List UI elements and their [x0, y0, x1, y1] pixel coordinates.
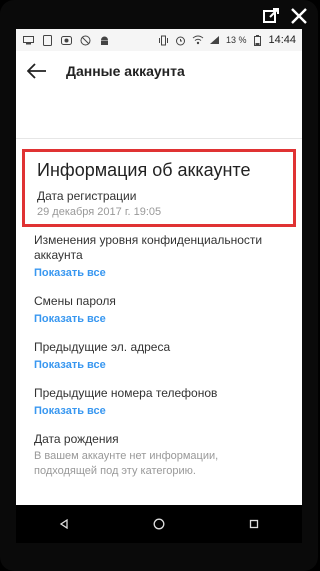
system-nav-bar	[16, 505, 302, 543]
password-changes-label: Смены пароля	[34, 294, 116, 308]
nav-recents-icon[interactable]	[239, 509, 269, 539]
registration-date-value: 29 декабря 2017 г. 19:05	[37, 206, 162, 218]
list-item: Предыдущие эл. адреса Показать все	[34, 340, 284, 373]
battery-percent: 13 %	[225, 35, 247, 45]
previous-emails-label: Предыдущие эл. адреса	[34, 340, 171, 354]
wifi-icon	[192, 34, 204, 46]
list-item: Изменения уровня конфиденциальности акка…	[34, 233, 284, 281]
status-bar: 13 % 14:44	[16, 29, 302, 51]
nav-home-icon[interactable]	[144, 509, 174, 539]
alarm-icon	[175, 34, 187, 46]
birthday-label: Дата рождения	[34, 432, 119, 446]
account-info-list: Изменения уровня конфиденциальности акка…	[16, 227, 302, 479]
nav-back-icon[interactable]	[49, 509, 79, 539]
section-title: Информация об аккаунте	[37, 160, 251, 180]
spacer	[16, 91, 302, 139]
page-title: Данные аккаунта	[66, 63, 185, 79]
app-bar: Данные аккаунта	[16, 51, 302, 91]
show-all-link[interactable]: Показать все	[34, 359, 106, 371]
phone-frame: 13 % 14:44 Данные аккаунта Информация об…	[0, 0, 318, 571]
clock: 14:44	[268, 34, 296, 46]
external-link-icon[interactable]	[262, 7, 280, 25]
account-info-highlight: Информация об аккаунте Дата регистрации …	[22, 149, 296, 227]
show-all-link[interactable]: Показать все	[34, 313, 106, 325]
record-icon	[60, 34, 72, 46]
battery-icon	[251, 34, 263, 46]
show-all-link[interactable]: Показать все	[34, 267, 106, 279]
close-icon[interactable]	[290, 7, 308, 25]
vibrate-icon	[158, 34, 170, 46]
previous-phones-label: Предыдущие номера телефонов	[34, 386, 218, 400]
monitor-icon	[22, 34, 34, 46]
android-icon	[98, 34, 110, 46]
signal-icon	[209, 34, 221, 46]
list-item: Смены пароля Показать все	[34, 294, 284, 327]
tablet-icon	[41, 34, 53, 46]
registration-date-label: Дата регистрации	[37, 189, 137, 203]
window-controls	[262, 5, 308, 27]
app-screen: 13 % 14:44 Данные аккаунта Информация об…	[16, 29, 302, 505]
show-all-link[interactable]: Показать все	[34, 405, 106, 417]
list-item: Предыдущие номера телефонов Показать все	[34, 386, 284, 419]
birthday-empty-text: В вашем аккаунте нет информации, подходя…	[34, 450, 219, 477]
list-item: Дата рождения В вашем аккаунте нет инфор…	[34, 432, 284, 479]
no-disturb-icon	[79, 34, 91, 46]
back-arrow-icon[interactable]	[24, 58, 50, 84]
privacy-changes-label: Изменения уровня конфиденциальности акка…	[34, 233, 263, 262]
